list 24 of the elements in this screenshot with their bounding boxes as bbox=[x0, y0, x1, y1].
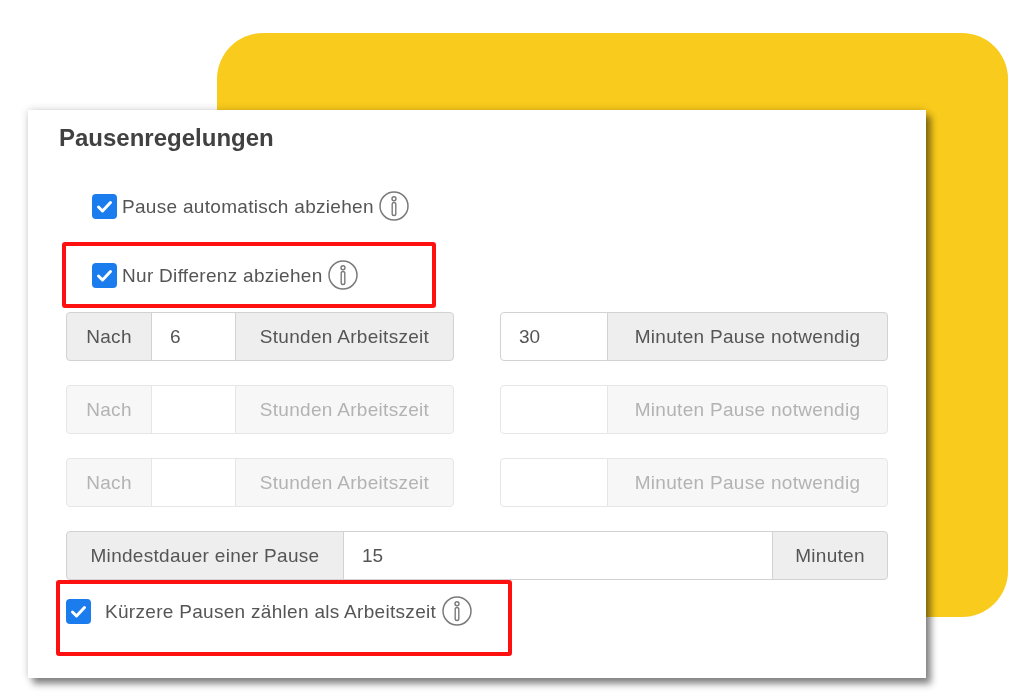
unit-label: Minuten Pause notwendig bbox=[607, 312, 888, 361]
unit-label: Stunden Arbeitszeit bbox=[235, 458, 454, 507]
unit-label: Stunden Arbeitszeit bbox=[235, 312, 454, 361]
min-duration-input[interactable]: 15 bbox=[343, 531, 773, 580]
info-icon[interactable] bbox=[327, 260, 358, 290]
minutes-input[interactable]: 30 bbox=[500, 312, 608, 361]
unit-label: Minuten Pause notwendig bbox=[607, 385, 888, 434]
hours-input[interactable]: 6 bbox=[151, 312, 236, 361]
prefix-label: Nach bbox=[66, 458, 152, 507]
unit-label: Minuten bbox=[772, 531, 888, 580]
unit-label: Stunden Arbeitszeit bbox=[235, 385, 454, 434]
checkbox-label: Pause automatisch abziehen bbox=[122, 194, 374, 219]
prefix-label: Nach bbox=[66, 385, 152, 434]
checkbox[interactable] bbox=[92, 262, 117, 288]
panel-title: Pausenregelungen bbox=[59, 124, 274, 152]
checkbox-label: Nur Differenz abziehen bbox=[122, 263, 323, 288]
checkbox[interactable] bbox=[92, 193, 117, 219]
checkbox[interactable] bbox=[66, 599, 91, 624]
info-icon[interactable] bbox=[378, 191, 409, 221]
prefix-label: Mindestdauer einer Pause bbox=[66, 531, 344, 580]
info-icon[interactable] bbox=[442, 596, 473, 626]
prefix-label: Nach bbox=[66, 312, 152, 361]
unit-label: Minuten Pause notwendig bbox=[607, 458, 888, 507]
checkbox-label: Kürzere Pausen zählen als Arbeitszeit bbox=[105, 600, 437, 624]
